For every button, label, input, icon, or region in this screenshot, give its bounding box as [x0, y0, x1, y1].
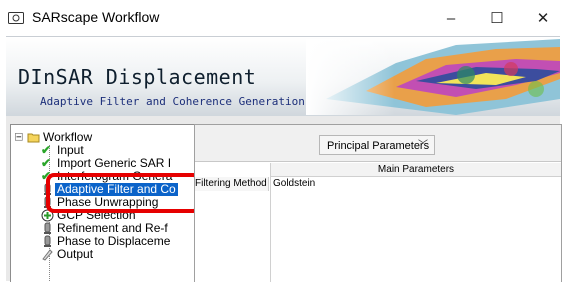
step-icon: [44, 235, 51, 247]
title-bar: SARscape Workflow – ☐ ✕: [0, 0, 564, 36]
parameter-value[interactable]: Goldstein: [273, 177, 315, 191]
step-icon: [44, 222, 51, 234]
main-parameters-header: Main Parameters: [271, 163, 561, 177]
window-title: SARscape Workflow: [32, 9, 160, 25]
interferogram-banner-image: [306, 39, 560, 115]
header-title: DInSAR Displacement: [18, 65, 257, 89]
app-icon: [8, 12, 24, 24]
parameter-key: Filtering Method: [195, 177, 269, 191]
collapse-minus-icon[interactable]: [15, 133, 25, 143]
highlight-box: [46, 173, 201, 213]
parameters-panel: Principal Parameters ﹀ Main Parameters F…: [194, 124, 562, 282]
parameters-toolbar: Principal Parameters ﹀: [195, 125, 561, 162]
header-subtitle: Adaptive Filter and Coherence Generation: [40, 95, 305, 108]
output-icon: [42, 249, 53, 261]
close-button[interactable]: ✕: [520, 0, 564, 36]
workflow-header: DInSAR Displacement Adaptive Filter and …: [6, 36, 560, 118]
maximize-button[interactable]: ☐: [474, 0, 520, 36]
minimize-button[interactable]: –: [428, 0, 474, 36]
chevron-down-icon: ﹀: [418, 140, 428, 151]
parameter-set-dropdown[interactable]: Principal Parameters ﹀: [319, 135, 435, 155]
tree-item-label: Output: [57, 247, 94, 261]
parameter-row: Filtering Method Goldstein: [195, 177, 561, 191]
parameter-set-value: Principal Parameters: [327, 140, 430, 152]
folder-icon: [27, 133, 40, 143]
